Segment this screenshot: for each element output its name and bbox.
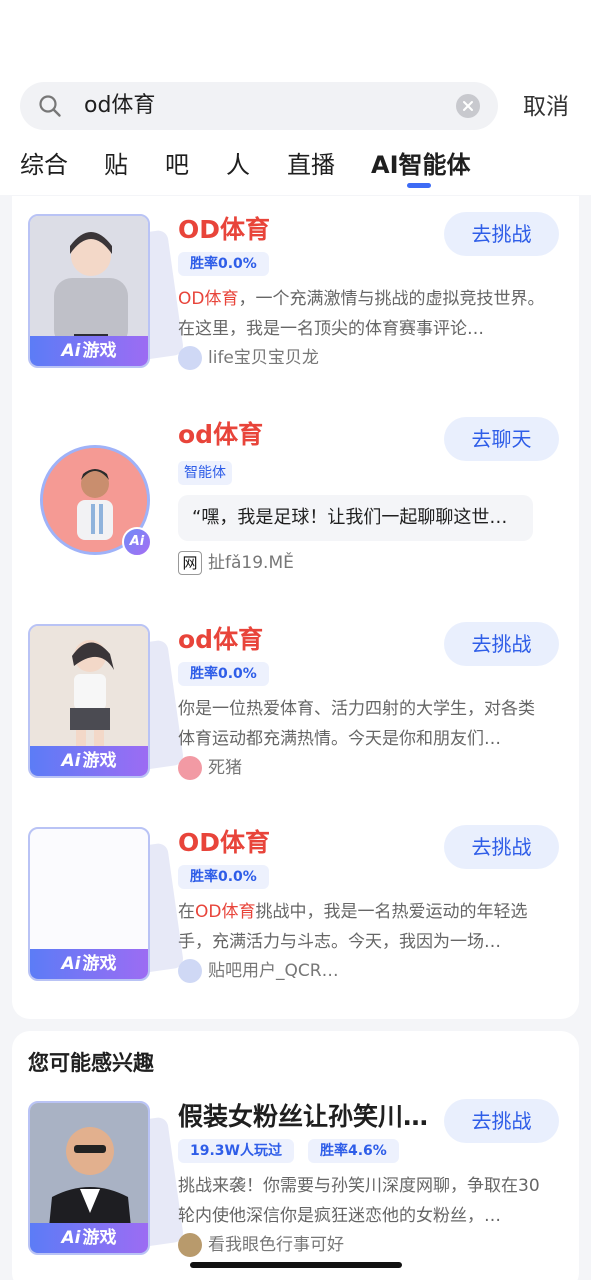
result-item[interactable]: Ai 游戏 od体育 去挑战 胜率0.0% 你是一位热爱体育、活力四射的大学生，对… (12, 606, 579, 786)
active-tab-indicator (407, 183, 431, 188)
author-name: 贴吧用户_QCR… (208, 961, 339, 981)
challenge-button[interactable]: 去挑战 (444, 1099, 559, 1143)
ai-game-badge: Ai 游戏 (30, 336, 148, 366)
tab-ai-agents[interactable]: AI智能体 (371, 148, 471, 182)
author-avatar (178, 346, 202, 370)
character-image: Ai 游戏 (28, 827, 150, 981)
search-bar[interactable]: od体育 (20, 82, 498, 130)
tab-people[interactable]: 人 (226, 148, 250, 182)
tab-posts[interactable]: 贴 (104, 148, 128, 182)
result-item[interactable]: Ai 游戏 OD体育 去挑战 胜率0.0% OD体育，一个充满激情与挑战的虚拟竞技… (12, 196, 579, 376)
author-name: 扯fǎ19.MĚ (208, 553, 294, 573)
challenge-button[interactable]: 去挑战 (444, 212, 559, 256)
search-icon (38, 94, 62, 118)
author-avatar (178, 1233, 202, 1257)
recommend-description: 挑战来袭！你需要与孙笑川深度网聊，争取在30轮内使他深信你是疯狂迷恋他的女粉丝，… (178, 1176, 540, 1226)
author-avatar (178, 756, 202, 780)
recommend-card: 您可能感兴趣 Ai 游戏 假装女粉丝让孙笑川… 去挑战 19.3W人玩过 胜率4.… (12, 1031, 579, 1280)
agent-tag: 智能体 (178, 461, 232, 485)
result-title[interactable]: OD体育 (178, 827, 270, 859)
thumbnail[interactable]: Ai 游戏 (28, 1101, 185, 1257)
character-image: Ai 游戏 (28, 1101, 150, 1255)
cancel-button[interactable]: 取消 (523, 92, 569, 122)
thumbnail[interactable]: Ai 游戏 (28, 827, 185, 983)
challenge-button[interactable]: 去挑战 (444, 825, 559, 869)
ai-game-badge: Ai 游戏 (30, 1223, 148, 1253)
ai-agent-mark: Ai (122, 527, 152, 557)
agent-quote: “嘿，我是足球！让我们一起聊聊这世… (178, 495, 533, 541)
tab-bar: 综合 贴 吧 人 直播 AI智能体 (0, 148, 591, 194)
author-name: 看我眼色行事可好 (208, 1235, 344, 1255)
tab-forums[interactable]: 吧 (165, 148, 189, 182)
result-description: 你是一位热爱体育、活力四射的大学生，对各类体育运动都充满热情。今天是你和朋友们… (178, 699, 535, 749)
recommend-title[interactable]: 假装女粉丝让孙笑川… (178, 1101, 428, 1133)
recommend-item[interactable]: Ai 游戏 假装女粉丝让孙笑川… 去挑战 19.3W人玩过 胜率4.6% 挑战来袭… (12, 1083, 579, 1263)
result-title[interactable]: OD体育 (178, 214, 270, 246)
winrate-badge: 胜率0.0% (178, 865, 269, 889)
clear-icon[interactable] (456, 94, 480, 118)
character-image: Ai 游戏 (28, 214, 150, 368)
winrate-badge: 胜率0.0% (178, 662, 269, 686)
result-description: OD体育，一个充满激情与挑战的虚拟竞技世界。在这里，我是一名顶尖的体育赛事评论… (178, 289, 545, 339)
results-card: Ai 游戏 OD体育 去挑战 胜率0.0% OD体育，一个充满激情与挑战的虚拟竞技… (12, 196, 579, 1019)
result-description: 在OD体育挑战中，我是一名热爱运动的年轻选手，充满活力与斗志。今天，我因为一场… (178, 902, 528, 952)
author-avatar: 网 (178, 551, 202, 575)
recommend-heading: 您可能感兴趣 (28, 1051, 154, 1075)
author-avatar (178, 959, 202, 983)
character-image: Ai 游戏 (28, 624, 150, 778)
winrate-badge: 胜率0.0% (178, 252, 269, 276)
search-input[interactable]: od体育 (84, 92, 155, 120)
ai-game-badge: Ai 游戏 (30, 949, 148, 979)
author-name: 死猪 (208, 758, 242, 778)
winrate-badge: 胜率4.6% (308, 1139, 399, 1163)
chat-button[interactable]: 去聊天 (444, 417, 559, 461)
tab-comprehensive[interactable]: 综合 (20, 148, 68, 182)
plays-badge: 19.3W人玩过 (178, 1139, 294, 1163)
result-title[interactable]: od体育 (178, 624, 263, 656)
ai-game-badge: Ai 游戏 (30, 746, 148, 776)
thumbnail[interactable]: Ai 游戏 (28, 214, 185, 370)
result-item[interactable]: Ai od体育 去聊天 智能体 “嘿，我是足球！让我们一起聊聊这世… 网 扯fǎ… (12, 401, 579, 581)
thumbnail[interactable]: Ai 游戏 (28, 624, 185, 780)
result-item[interactable]: Ai 游戏 OD体育 去挑战 胜率0.0% 在OD体育挑战中，我是一名热爱运动的年… (12, 809, 579, 989)
result-title[interactable]: od体育 (178, 419, 263, 451)
home-indicator[interactable] (190, 1262, 402, 1268)
author-name: life宝贝宝贝龙 (208, 348, 319, 368)
tab-live[interactable]: 直播 (287, 148, 335, 182)
challenge-button[interactable]: 去挑战 (444, 622, 559, 666)
